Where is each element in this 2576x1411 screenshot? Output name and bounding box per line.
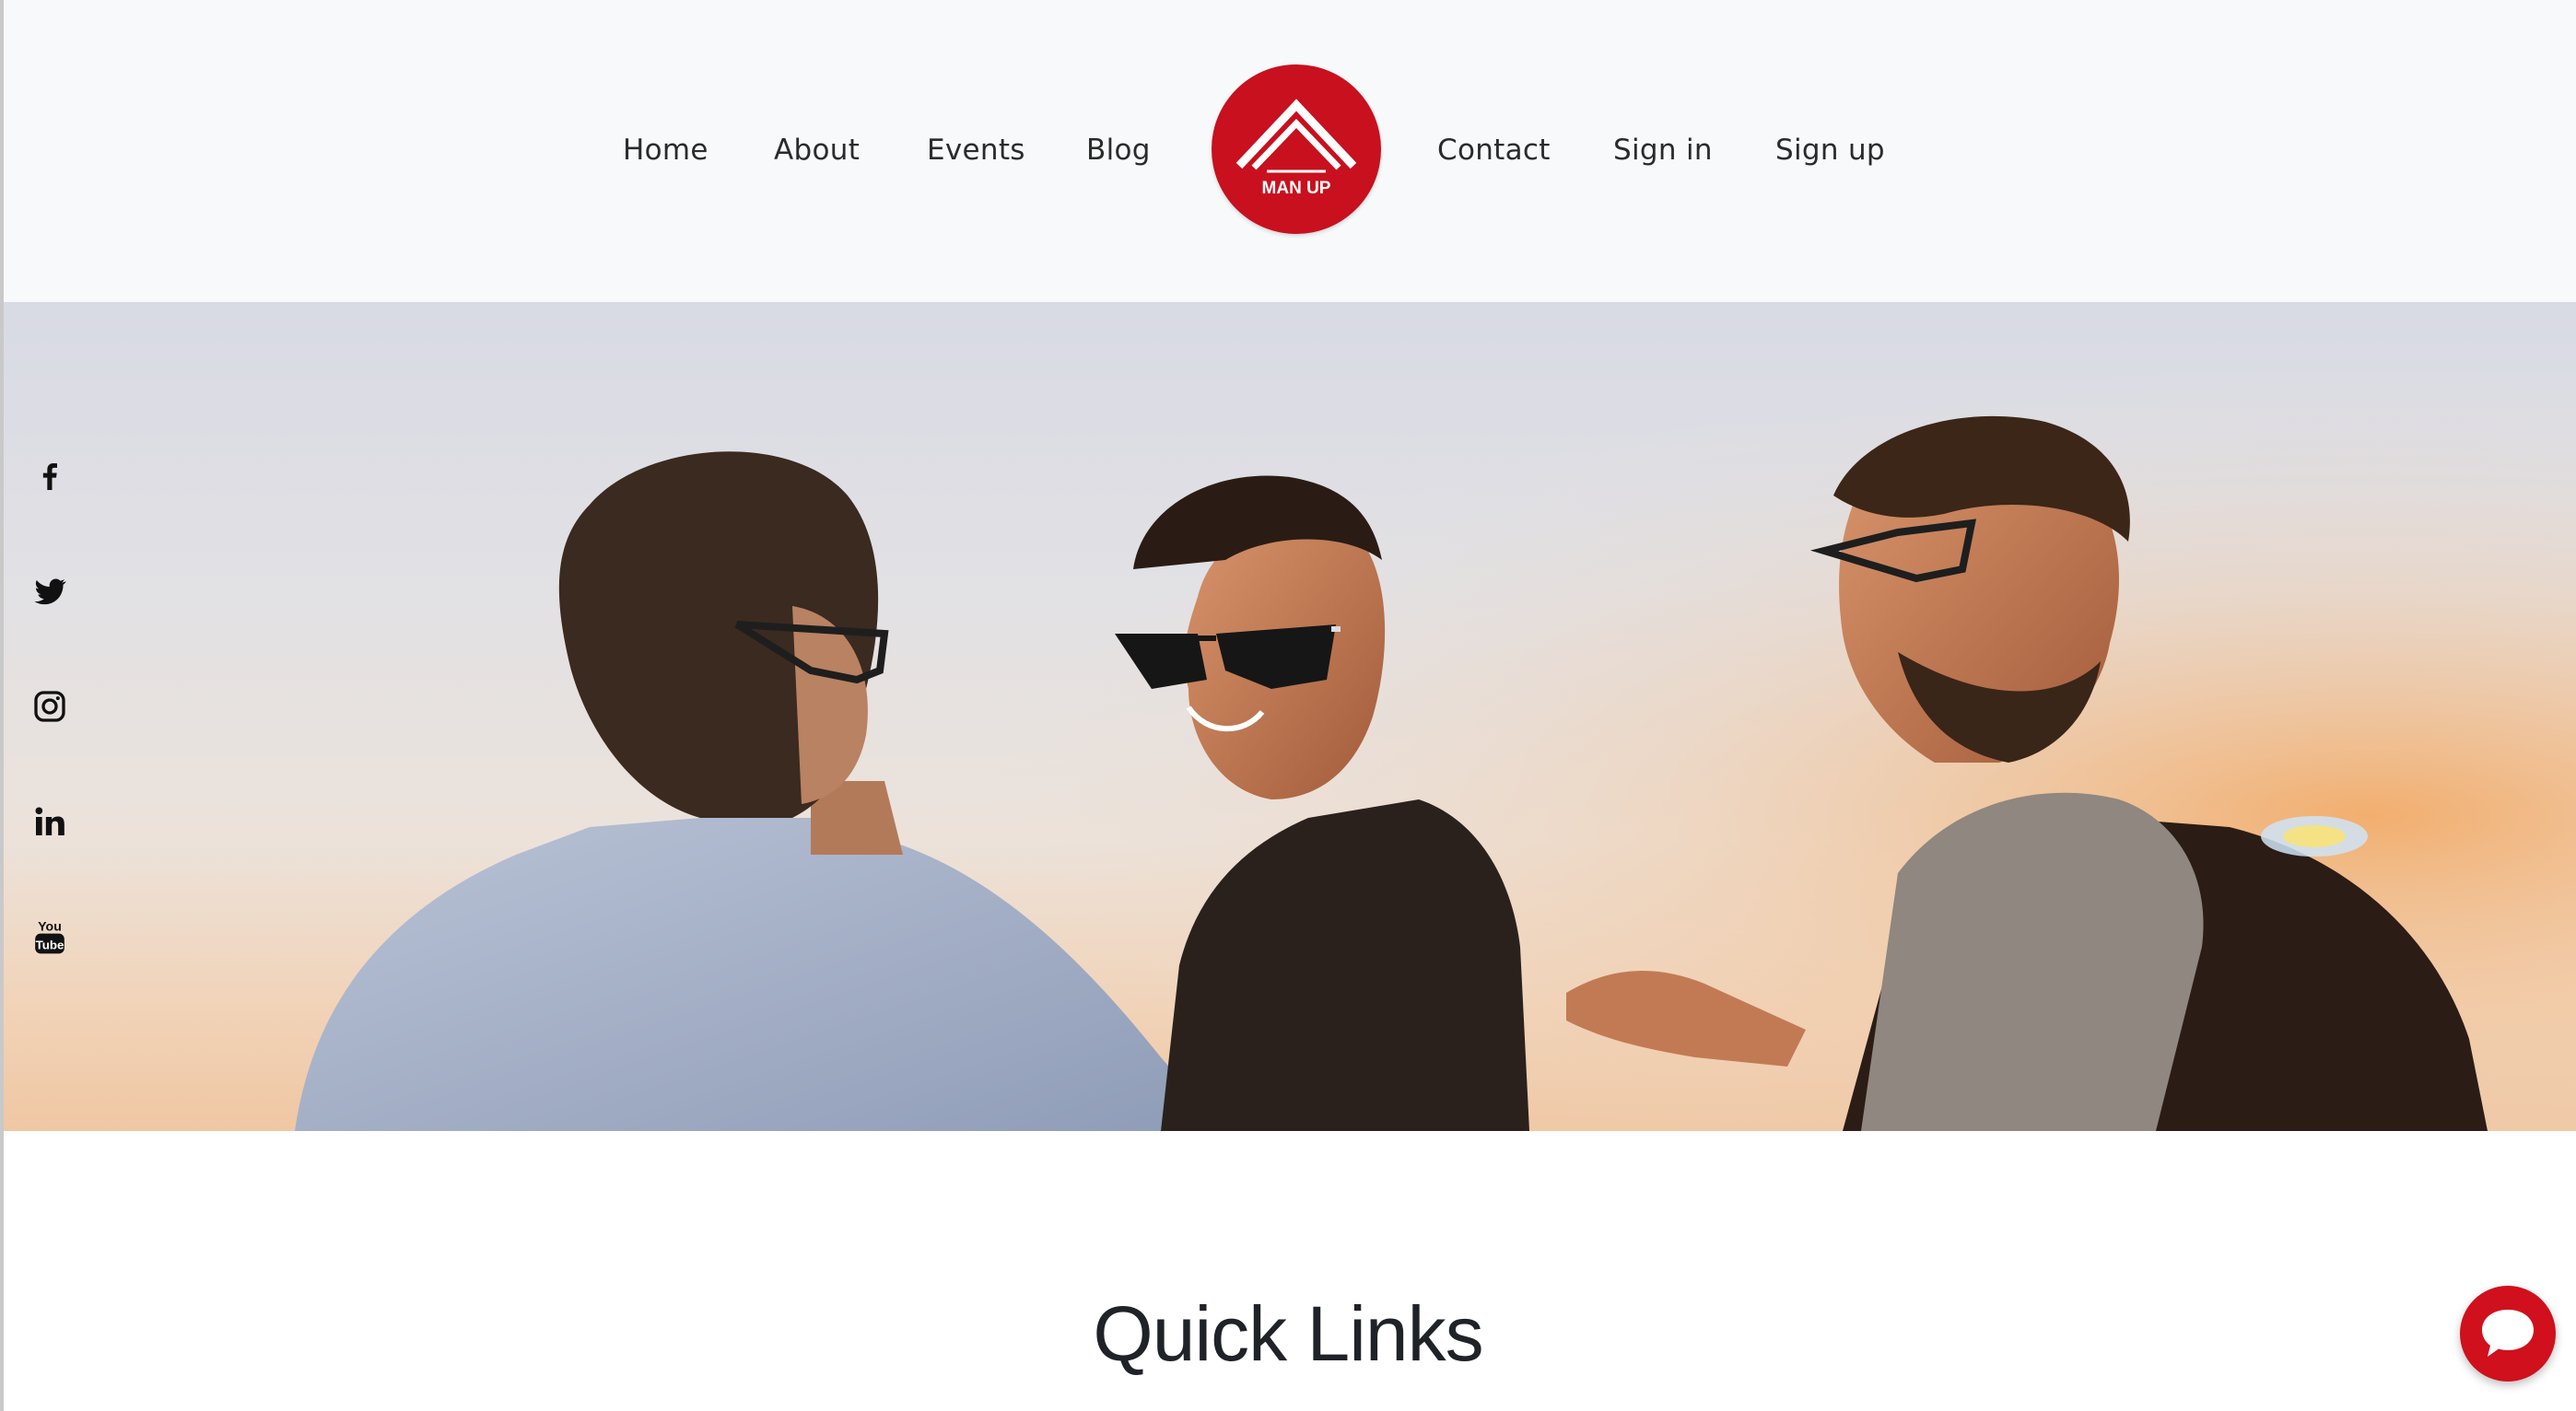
page: Home About Events Blog MAN UP Contact Si…: [0, 0, 2576, 1411]
hero-photo-illustration: [0, 302, 2576, 1131]
quick-links-title: Quick Links: [1093, 1290, 1483, 1377]
linkedin-icon[interactable]: [22, 794, 77, 849]
nav-events[interactable]: Events: [927, 127, 1025, 173]
twitter-glyph: [34, 578, 66, 605]
instagram-glyph: [34, 691, 65, 722]
nav-blog[interactable]: Blog: [1086, 127, 1151, 173]
svg-text:You: You: [38, 919, 62, 934]
nav-sign-up[interactable]: Sign up: [1775, 127, 1885, 173]
site-header: Home About Events Blog MAN UP Contact Si…: [0, 0, 2576, 302]
linkedin-glyph: [35, 807, 64, 835]
nav-sign-in[interactable]: Sign in: [1613, 127, 1713, 173]
youtube-glyph: You Tube: [35, 919, 64, 954]
man-up-logo[interactable]: MAN UP: [1212, 64, 1381, 234]
nav-contact[interactable]: Contact: [1437, 127, 1551, 173]
nav-home[interactable]: Home: [623, 127, 708, 173]
nav-about[interactable]: About: [774, 127, 860, 173]
chat-bubble-icon: [2482, 1310, 2534, 1357]
chat-button[interactable]: [2460, 1286, 2556, 1382]
twitter-icon[interactable]: [22, 564, 77, 619]
instagram-icon[interactable]: [22, 679, 77, 734]
facebook-glyph: [42, 463, 57, 490]
svg-text:Tube: Tube: [36, 938, 64, 951]
logo-text: MAN UP: [1262, 179, 1331, 198]
logo-roof-icon: MAN UP: [1235, 99, 1357, 198]
facebook-icon[interactable]: [22, 449, 77, 504]
window-edge: [0, 0, 4, 1411]
hero-image: [0, 302, 2576, 1131]
youtube-icon[interactable]: You Tube: [22, 909, 77, 964]
